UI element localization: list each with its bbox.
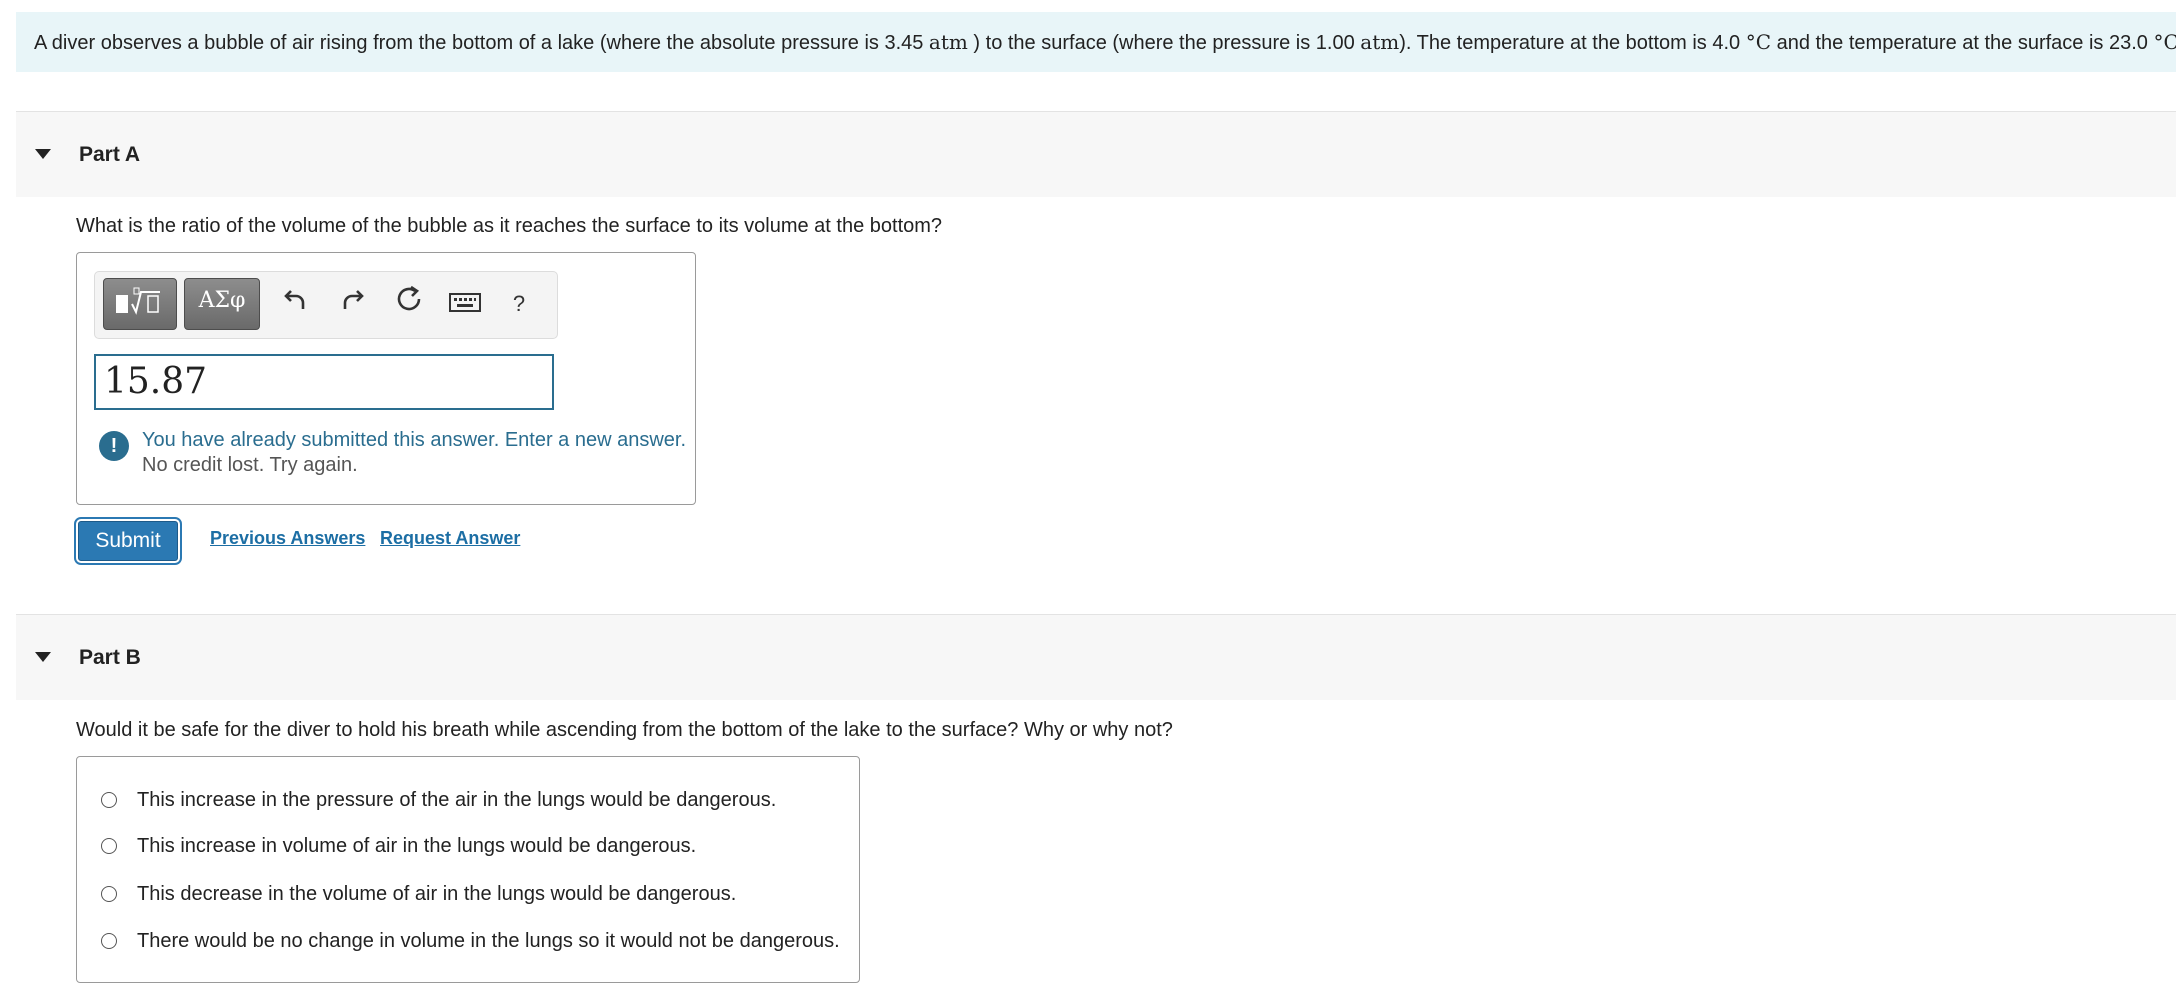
- feedback-submessage: No credit lost. Try again.: [142, 454, 358, 476]
- help-button[interactable]: ?: [499, 284, 539, 324]
- collapse-caret-icon[interactable]: [35, 652, 51, 662]
- option-label[interactable]: There would be no change in volume in th…: [137, 930, 840, 953]
- answer-input[interactable]: 15.87: [94, 354, 554, 410]
- option-label[interactable]: This increase in the pressure of the air…: [137, 789, 776, 812]
- templates-button[interactable]: [103, 278, 177, 330]
- radio-button[interactable]: [101, 886, 117, 902]
- part-b-question: Would it be safe for the diver to hold h…: [76, 719, 1173, 741]
- part-a-header[interactable]: Part A: [16, 111, 2176, 197]
- radio-button[interactable]: [101, 838, 117, 854]
- statement-text: ) to the surface (where the pressure is …: [967, 32, 1361, 54]
- info-alert-icon: !: [99, 431, 129, 461]
- problem-statement: A diver observes a bubble of air rising …: [16, 12, 2176, 72]
- part-a-question: What is the ratio of the volume of the b…: [76, 215, 943, 237]
- radio-button[interactable]: [101, 792, 117, 808]
- redo-icon: [343, 290, 364, 309]
- unit-celsius: °C: [1745, 30, 1772, 54]
- undo-icon: [284, 290, 305, 309]
- keyboard-icon: [449, 293, 481, 312]
- answer-box: ΑΣφ ? 15.87 ! You have already submitted…: [76, 252, 696, 505]
- greek-symbols-button[interactable]: ΑΣφ: [184, 278, 260, 330]
- part-a-title: Part A: [79, 143, 141, 166]
- math-toolbar: ΑΣφ ?: [94, 271, 558, 339]
- answer-options: This increase in the pressure of the air…: [76, 756, 860, 983]
- undo-button[interactable]: [275, 284, 315, 324]
- part-b-header[interactable]: Part B: [16, 614, 2176, 700]
- reset-button[interactable]: [389, 284, 429, 324]
- statement-text: and the temperature at the surface is 23…: [1771, 32, 2154, 54]
- option-row[interactable]: This increase in the pressure of the air…: [77, 781, 857, 821]
- feedback-message: You have already submitted this answer. …: [142, 429, 687, 451]
- statement-text: ). The temperature at the bottom is 4.0: [1399, 32, 1746, 54]
- option-row[interactable]: This decrease in the volume of air in th…: [77, 875, 857, 915]
- unit-celsius: °C: [2153, 30, 2176, 54]
- previous-answers-link[interactable]: Previous Answers: [210, 528, 365, 549]
- collapse-caret-icon[interactable]: [35, 149, 51, 159]
- redo-button[interactable]: [333, 284, 373, 324]
- unit-atm: atm: [928, 30, 968, 54]
- reset-icon: [397, 285, 421, 311]
- request-answer-link[interactable]: Request Answer: [380, 528, 520, 549]
- option-row[interactable]: There would be no change in volume in th…: [77, 922, 857, 962]
- unit-atm: atm: [1360, 30, 1400, 54]
- submit-button[interactable]: Submit: [74, 517, 182, 565]
- radio-button[interactable]: [101, 933, 117, 949]
- option-row[interactable]: This increase in volume of air in the lu…: [77, 827, 857, 867]
- option-label[interactable]: This decrease in the volume of air in th…: [137, 883, 736, 906]
- option-label[interactable]: This increase in volume of air in the lu…: [137, 835, 696, 858]
- statement-text: A diver observes a bubble of air rising …: [34, 32, 929, 54]
- keyboard-button[interactable]: [445, 284, 485, 324]
- part-b-title: Part B: [79, 646, 141, 669]
- templates-icon: [116, 287, 160, 315]
